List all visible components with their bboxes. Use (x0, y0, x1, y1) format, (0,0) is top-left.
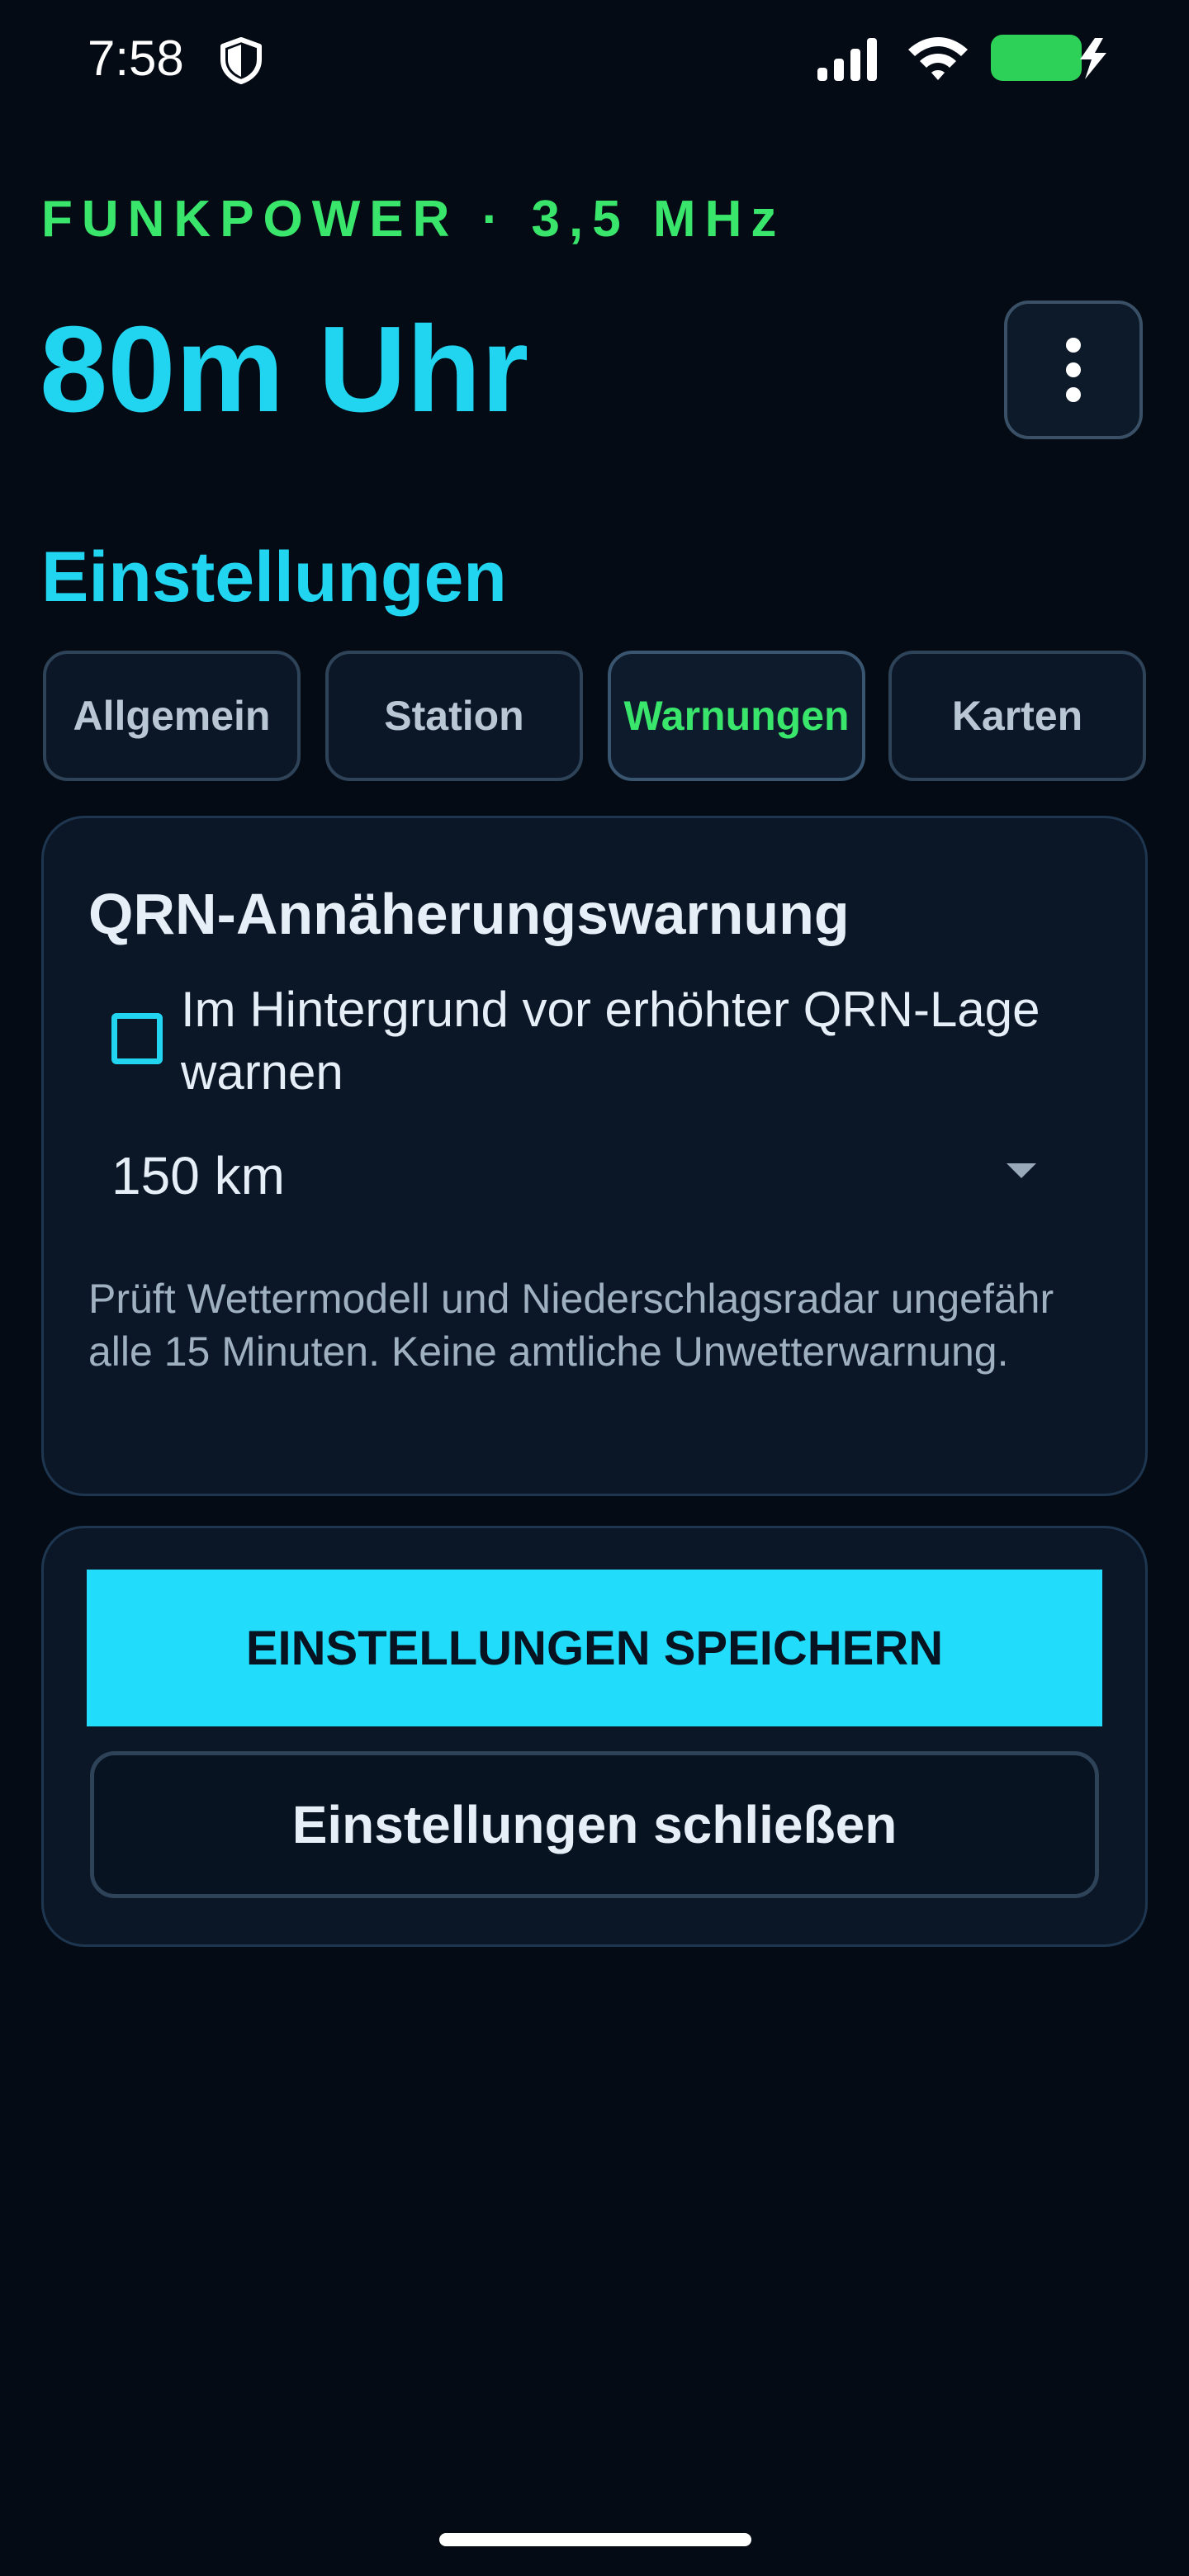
settings-tabs: Allgemein Station Warnungen Karten (43, 651, 1146, 783)
tab-allgemein[interactable]: Allgemein (43, 651, 301, 781)
signal-icon (817, 38, 877, 81)
tab-karten[interactable]: Karten (888, 651, 1146, 781)
status-bar: 7:58 (0, 0, 1189, 116)
distance-value: 150 km (111, 1146, 285, 1205)
qrn-warning-card: QRN-Annäherungswarnung Im Hintergrund vo… (41, 816, 1148, 1496)
close-settings-button[interactable]: Einstellungen schließen (90, 1751, 1099, 1898)
wifi-icon (908, 37, 968, 80)
help-text: Prüft Wettermodell und Niederschlagsrada… (88, 1276, 1054, 1375)
more-vertical-icon (1066, 338, 1081, 402)
shield-icon (220, 37, 262, 84)
section-title: Einstellungen (41, 537, 507, 617)
card-heading: QRN-Annäherungswarnung (88, 882, 850, 946)
home-indicator[interactable] (439, 2533, 751, 2546)
app-eyebrow: FUNKPOWER · 3,5 MHz (41, 191, 786, 248)
background-warning-checkbox[interactable] (111, 1013, 163, 1064)
checkbox-label[interactable]: Im Hintergrund vor erhöhter QRN-Lage war… (181, 978, 1130, 1104)
distance-select[interactable]: 150 km (69, 1122, 1092, 1221)
tab-station[interactable]: Station (325, 651, 583, 781)
page-title: 80m Uhr (40, 301, 529, 438)
status-time: 7:58 (88, 31, 184, 86)
battery-charging-icon (991, 35, 1106, 81)
actions-card: EINSTELLUNGEN SPEICHERN Einstellungen sc… (41, 1526, 1148, 1947)
dropdown-arrow-icon (1007, 1163, 1036, 1178)
settings-screen: 7:58 FUNKPOWER · 3,5 MHz 80m Uhr Einstel… (0, 0, 1189, 2576)
overflow-menu-button[interactable] (1004, 301, 1143, 439)
save-settings-button[interactable]: EINSTELLUNGEN SPEICHERN (87, 1570, 1102, 1726)
tab-warnungen[interactable]: Warnungen (608, 651, 865, 781)
